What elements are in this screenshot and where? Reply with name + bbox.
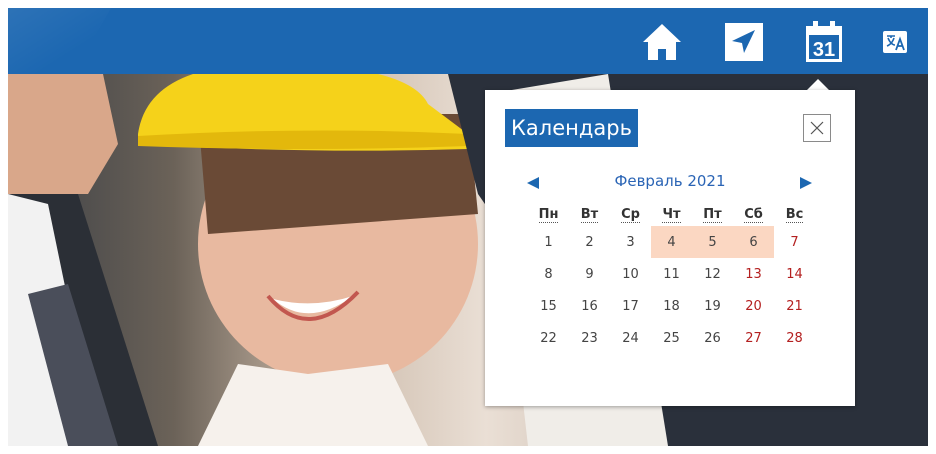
day-cell[interactable]: 1 [528,226,569,258]
day-cell[interactable]: 12 [692,258,733,290]
weekday-header: Вт [580,206,599,223]
week-row: 15 16 17 18 19 20 21 [528,290,815,322]
day-cell-weekend[interactable]: 28 [774,322,815,354]
day-cell[interactable]: 10 [610,258,651,290]
day-cell[interactable]: 17 [610,290,651,322]
day-cell-highlighted[interactable]: 6 [733,226,774,258]
day-cell[interactable]: 19 [692,290,733,322]
weekday-header-row: Пн Вт Ср Чт Пт Сб Вс [528,202,815,226]
day-cell[interactable]: 18 [651,290,692,322]
day-cell[interactable]: 25 [651,322,692,354]
weekday-header: Чт [662,206,681,223]
close-icon [810,121,824,135]
home-icon[interactable] [636,20,688,64]
day-cell-weekend[interactable]: 14 [774,258,815,290]
day-cell-weekend[interactable]: 7 [774,226,815,258]
weekday-header: Сб [744,206,763,223]
prev-month-button[interactable] [523,175,543,191]
calendar-icon[interactable]: 31 [798,20,850,64]
calendar-icon-number: 31 [813,39,835,61]
translate-icon[interactable] [874,20,916,64]
day-cell-highlighted[interactable]: 4 [651,226,692,258]
day-cell-weekend[interactable]: 20 [733,290,774,322]
day-cell[interactable]: 24 [610,322,651,354]
day-cell[interactable]: 16 [569,290,610,322]
day-cell-highlighted[interactable]: 5 [692,226,733,258]
calendar-title: Календарь [505,109,638,147]
next-month-button[interactable] [796,175,816,191]
weekday-header: Пт [703,206,722,223]
calendar-popup: Календарь Февраль 2021 Пн Вт Ср Чт Пт Сб… [485,90,855,406]
day-cell[interactable]: 11 [651,258,692,290]
day-cell-weekend[interactable]: 27 [733,322,774,354]
week-row: 1 2 3 4 5 6 7 [528,226,815,258]
day-cell[interactable]: 23 [569,322,610,354]
day-cell[interactable]: 26 [692,322,733,354]
send-icon[interactable] [718,20,770,64]
weekday-header: Вс [785,206,804,223]
day-cell[interactable]: 8 [528,258,569,290]
day-cell-weekend[interactable]: 13 [733,258,774,290]
day-cell[interactable]: 15 [528,290,569,322]
top-bar: 31 [8,8,928,74]
week-row: 22 23 24 25 26 27 28 [528,322,815,354]
day-cell[interactable]: 22 [528,322,569,354]
day-cell[interactable]: 2 [569,226,610,258]
day-cell-weekend[interactable]: 21 [774,290,815,322]
prev-arrow-icon [527,177,539,189]
weekday-header: Ср [621,206,640,223]
calendar-grid: Пн Вт Ср Чт Пт Сб Вс 1 2 3 4 5 6 7 8 9 1… [528,202,815,354]
header-decoration [8,8,129,74]
week-row: 8 9 10 11 12 13 14 [528,258,815,290]
day-cell[interactable]: 9 [569,258,610,290]
next-arrow-icon [800,177,812,189]
month-year-label[interactable]: Февраль 2021 [585,172,755,190]
day-cell[interactable]: 3 [610,226,651,258]
close-button[interactable] [803,114,831,142]
weekday-header: Пн [538,206,559,223]
